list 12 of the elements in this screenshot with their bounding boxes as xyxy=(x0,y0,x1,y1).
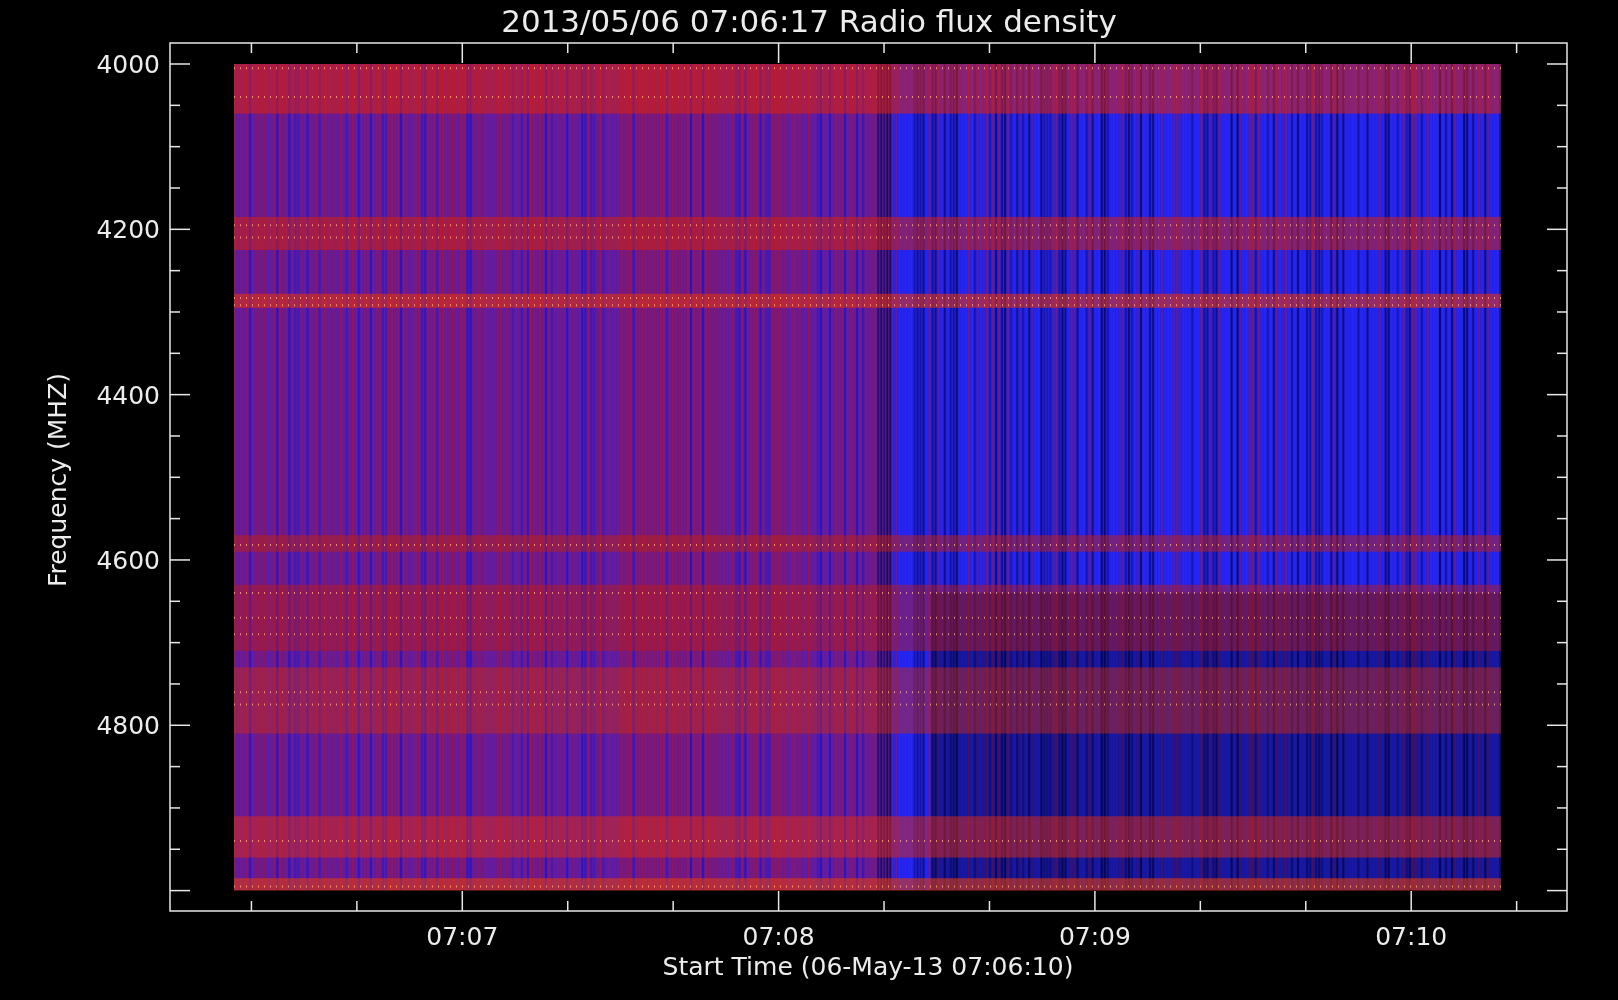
y-tick-label: 4000 xyxy=(96,50,160,79)
x-tick-label: 07:10 xyxy=(1375,922,1448,951)
x-axis-label: Start Time (06-May-13 07:06:10) xyxy=(662,952,1074,981)
y-tick-label: 4400 xyxy=(96,380,160,410)
x-tick-label: 07:09 xyxy=(1058,922,1131,951)
y-tick-label: 4800 xyxy=(96,711,160,741)
x-tick-label: 07:08 xyxy=(742,922,815,951)
y-tick-label: 4200 xyxy=(96,215,160,245)
y-tick-label: 4600 xyxy=(96,545,160,575)
x-tick-label: 07:07 xyxy=(426,922,499,951)
y-axis-label: Frequency (MHZ) xyxy=(43,372,72,588)
chart-title: 2013/05/06 07:06:17 Radio flux density xyxy=(501,3,1117,39)
